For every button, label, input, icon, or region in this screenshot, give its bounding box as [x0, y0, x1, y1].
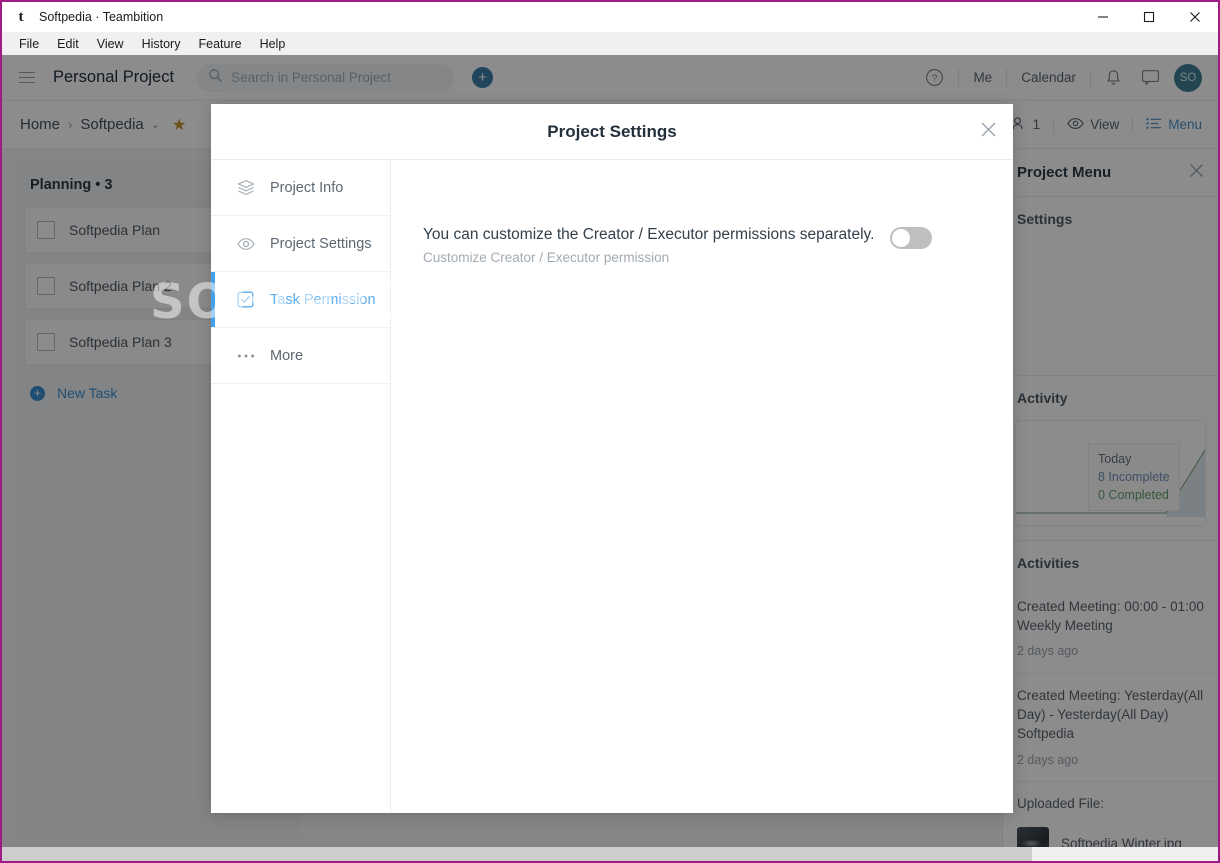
sidebar-item-more[interactable]: More	[211, 328, 390, 384]
checkbox-checked-icon	[237, 291, 256, 308]
modal-content-panel: You can customize the Creator / Executor…	[391, 160, 1013, 813]
modal-header: Project Settings	[211, 104, 1013, 160]
permission-heading: You can customize the Creator / Executor…	[423, 226, 875, 243]
menu-item-edit[interactable]: Edit	[48, 34, 88, 54]
sidebar-item-label: Task Permission	[270, 291, 376, 308]
permission-setting-texts: You can customize the Creator / Executor…	[423, 226, 874, 265]
menu-item-file[interactable]: File	[10, 34, 48, 54]
toggle-knob	[892, 229, 911, 247]
layers-icon	[237, 179, 256, 196]
customize-permission-toggle[interactable]	[890, 227, 933, 249]
scrollbar-thumb[interactable]	[2, 847, 1032, 861]
application-window: t Softpedia · Teambition File Edit View …	[0, 0, 1220, 863]
modal-sidebar: Project Info Project Settings Task Permi…	[211, 160, 391, 813]
menu-item-view[interactable]: View	[88, 34, 133, 54]
menu-bar: File Edit View History Feature Help	[2, 32, 1218, 55]
minimize-button[interactable]	[1080, 2, 1126, 32]
eye-icon	[237, 237, 256, 251]
maximize-button[interactable]	[1126, 2, 1172, 32]
sidebar-item-label: More	[270, 347, 304, 364]
sidebar-item-project-settings[interactable]: Project Settings	[211, 216, 390, 272]
menu-item-feature[interactable]: Feature	[189, 34, 250, 54]
sidebar-item-label: Project Settings	[270, 235, 372, 252]
sidebar-item-project-info[interactable]: Project Info	[211, 160, 390, 216]
sidebar-item-label: Project Info	[270, 179, 344, 196]
permission-setting-row: You can customize the Creator / Executor…	[423, 226, 1013, 265]
app-icon: t	[18, 8, 24, 25]
project-settings-modal: Project Settings Project Info Project Se…	[211, 104, 1013, 813]
horizontal-scrollbar[interactable]	[2, 847, 1218, 861]
modal-title: Project Settings	[547, 121, 677, 141]
ellipsis-icon	[237, 353, 256, 359]
window-title: Softpedia · Teambition	[39, 10, 164, 24]
modal-body: Project Info Project Settings Task Permi…	[211, 160, 1013, 813]
menu-item-history[interactable]: History	[133, 34, 190, 54]
menu-item-help[interactable]: Help	[251, 34, 295, 54]
window-title-bar: t Softpedia · Teambition	[2, 2, 1218, 32]
sidebar-item-task-permission[interactable]: Task Permission	[211, 272, 390, 328]
close-button[interactable]	[1172, 2, 1218, 32]
permission-subtext: Customize Creator / Executor permission	[423, 250, 670, 265]
close-icon[interactable]	[980, 121, 997, 143]
